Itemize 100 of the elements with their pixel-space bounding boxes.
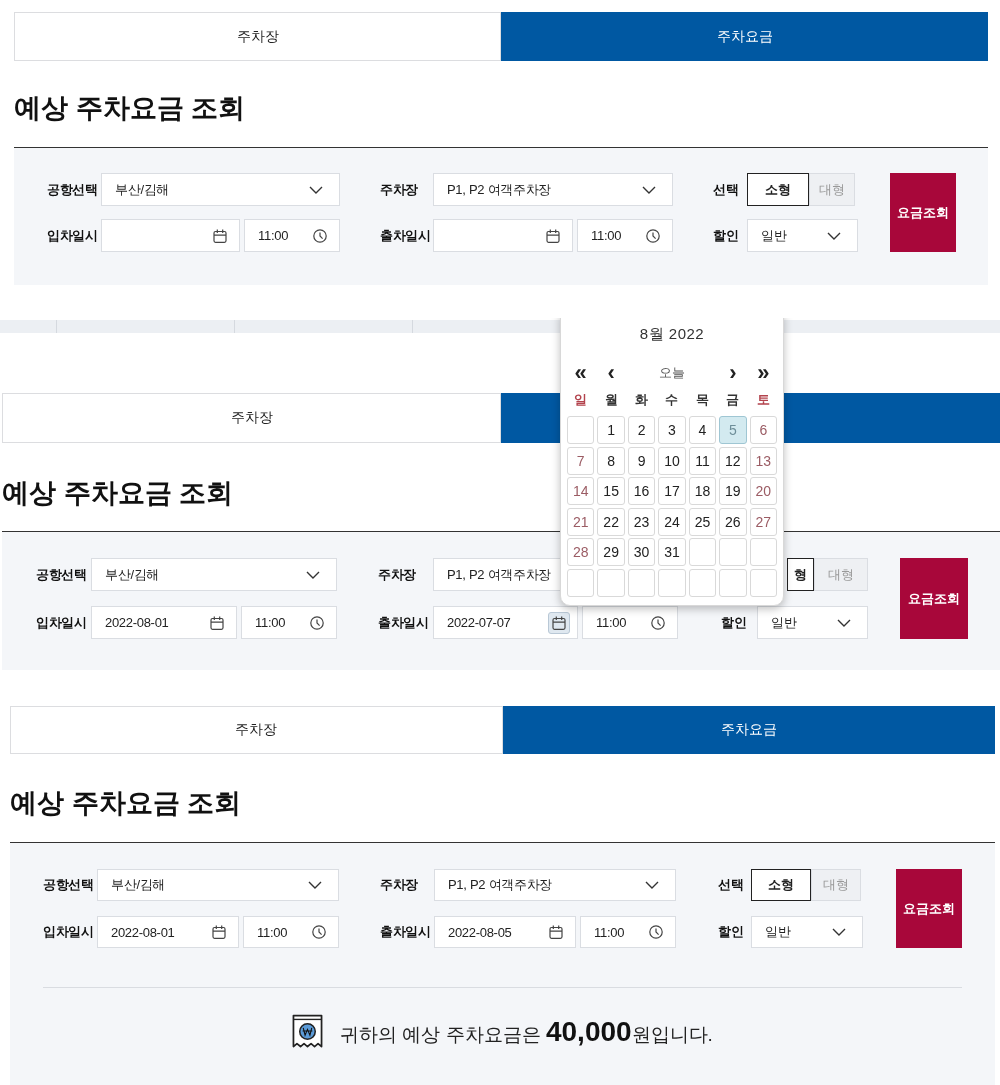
chevron-down-icon <box>832 928 846 936</box>
calendar-icon[interactable] <box>546 228 560 243</box>
clock-icon[interactable] <box>651 615 665 630</box>
dropdown[interactable]: P1, P2 여객주차장 <box>434 869 676 901</box>
field-label: 공항선택 <box>36 565 87 584</box>
date-field[interactable] <box>433 219 573 252</box>
today-button[interactable]: 오늘 <box>659 362 685 384</box>
time-field[interactable]: 11:00 <box>244 219 340 252</box>
field-label: 주차장 <box>378 565 417 584</box>
date-field[interactable]: 2022-08-01 <box>91 606 237 639</box>
calendar-icon[interactable] <box>213 228 227 243</box>
clock-icon[interactable] <box>646 228 660 243</box>
submit-button[interactable]: 요금조회 <box>890 173 956 252</box>
calendar-day[interactable]: 28 <box>567 538 595 567</box>
calendar-day[interactable]: 22 <box>597 507 625 536</box>
calendar-day[interactable]: 17 <box>658 477 686 506</box>
dropdown[interactable]: 일반 <box>751 916 863 948</box>
calendar-day[interactable]: 2 <box>627 416 656 444</box>
prev-month-button[interactable]: ‹ <box>607 362 615 384</box>
submit-button[interactable]: 요금조회 <box>900 558 968 639</box>
page-title: 예상 주차요금 조회 <box>10 787 241 820</box>
calendar-day[interactable]: 6 <box>749 416 777 444</box>
calendar-day[interactable]: 10 <box>658 446 686 475</box>
calendar-day[interactable]: 4 <box>688 416 717 444</box>
calendar-day[interactable]: 1 <box>597 416 625 444</box>
time-field[interactable]: 11:00 <box>243 916 339 948</box>
segment-button[interactable]: 소형 <box>751 869 811 901</box>
page-title: 예상 주차요금 조회 <box>2 477 233 510</box>
dropdown[interactable]: P1, P2 여객주차장 <box>433 173 673 206</box>
calendar-day[interactable]: 27 <box>749 507 777 536</box>
segment-button[interactable]: 형 <box>787 558 814 591</box>
calendar-day[interactable]: 15 <box>597 477 625 506</box>
calendar-day[interactable]: 19 <box>719 477 747 506</box>
submit-button[interactable]: 요금조회 <box>896 869 962 948</box>
calendar-day[interactable]: 8 <box>597 446 625 475</box>
field-label: 입차일시 <box>36 613 87 632</box>
time-field[interactable]: 11:00 <box>241 606 337 639</box>
time-field[interactable]: 11:00 <box>580 916 676 948</box>
field-label: 할인 <box>721 613 747 632</box>
segment-button[interactable]: 소형 <box>747 173 809 206</box>
field-label: 선택 <box>713 180 739 199</box>
empty-day-cell <box>627 568 656 597</box>
calendar-day[interactable]: 14 <box>567 477 595 506</box>
weekday-label: 화 <box>635 391 649 409</box>
time-field[interactable]: 11:00 <box>582 606 678 639</box>
calendar-day[interactable]: 23 <box>627 507 656 536</box>
prev-year-button[interactable]: « <box>574 362 587 384</box>
dropdown[interactable]: 부산/김해 <box>101 173 340 206</box>
time-field[interactable]: 11:00 <box>577 219 673 252</box>
calendar-icon[interactable] <box>212 925 226 939</box>
dropdown[interactable]: 일반 <box>757 606 868 639</box>
field-label: 할인 <box>713 226 739 245</box>
calendar-icon[interactable] <box>549 925 563 939</box>
chevron-down-icon <box>642 185 656 194</box>
dropdown[interactable]: 부산/김해 <box>97 869 339 901</box>
field-label: 공항선택 <box>43 876 94 894</box>
weekday-label: 월 <box>604 391 618 409</box>
calendar-day[interactable]: 21 <box>567 507 595 536</box>
next-month-button[interactable]: › <box>729 362 737 384</box>
field-label: 공항선택 <box>47 180 98 199</box>
calendar-day[interactable]: 31 <box>658 538 686 567</box>
calendar-day[interactable]: 18 <box>688 477 717 506</box>
dropdown[interactable]: 일반 <box>747 219 858 252</box>
calendar-day[interactable]: 24 <box>658 507 686 536</box>
date-field[interactable]: 2022-08-05 <box>434 916 576 948</box>
tab[interactable]: 주차요금 <box>502 706 995 754</box>
date-field[interactable] <box>101 219 240 252</box>
calendar-title: 8월 2022 <box>638 324 706 344</box>
clock-icon[interactable] <box>649 925 663 939</box>
calendar-day[interactable]: 30 <box>627 538 656 567</box>
tab[interactable]: 주차장 <box>2 393 501 443</box>
date-field[interactable]: 2022-07-07 <box>433 606 578 639</box>
field-label: 출차일시 <box>380 226 431 245</box>
dropdown[interactable]: 부산/김해 <box>91 558 337 591</box>
next-year-button[interactable]: » <box>757 362 770 384</box>
calendar-day[interactable]: 7 <box>567 446 595 475</box>
field-label: 입차일시 <box>43 923 94 941</box>
tab[interactable]: 주차장 <box>10 706 503 754</box>
calendar-day[interactable]: 9 <box>627 446 656 475</box>
calendar-day[interactable]: 11 <box>688 446 717 475</box>
calendar-day[interactable]: 12 <box>719 446 747 475</box>
calendar-icon[interactable] <box>210 615 224 630</box>
tab[interactable]: 주차장 <box>14 12 501 61</box>
clock-icon[interactable] <box>313 228 327 243</box>
tab[interactable]: 주차요금 <box>501 12 988 61</box>
calendar-day[interactable]: 13 <box>749 446 777 475</box>
field-label: 출차일시 <box>380 923 431 941</box>
chevron-down-icon <box>308 881 322 889</box>
empty-day-cell <box>567 416 595 444</box>
calendar-day[interactable]: 16 <box>627 477 656 506</box>
clock-icon[interactable] <box>310 615 324 630</box>
field-label: 주차장 <box>380 876 419 894</box>
calendar-day[interactable]: 3 <box>658 416 686 444</box>
calendar-day[interactable]: 20 <box>749 477 777 506</box>
calendar-day[interactable]: 25 <box>688 507 717 536</box>
calendar-day[interactable]: 26 <box>719 507 747 536</box>
clock-icon[interactable] <box>312 925 326 939</box>
field-label: 출차일시 <box>378 613 429 632</box>
calendar-day[interactable]: 29 <box>597 538 625 567</box>
date-field[interactable]: 2022-08-01 <box>97 916 239 948</box>
